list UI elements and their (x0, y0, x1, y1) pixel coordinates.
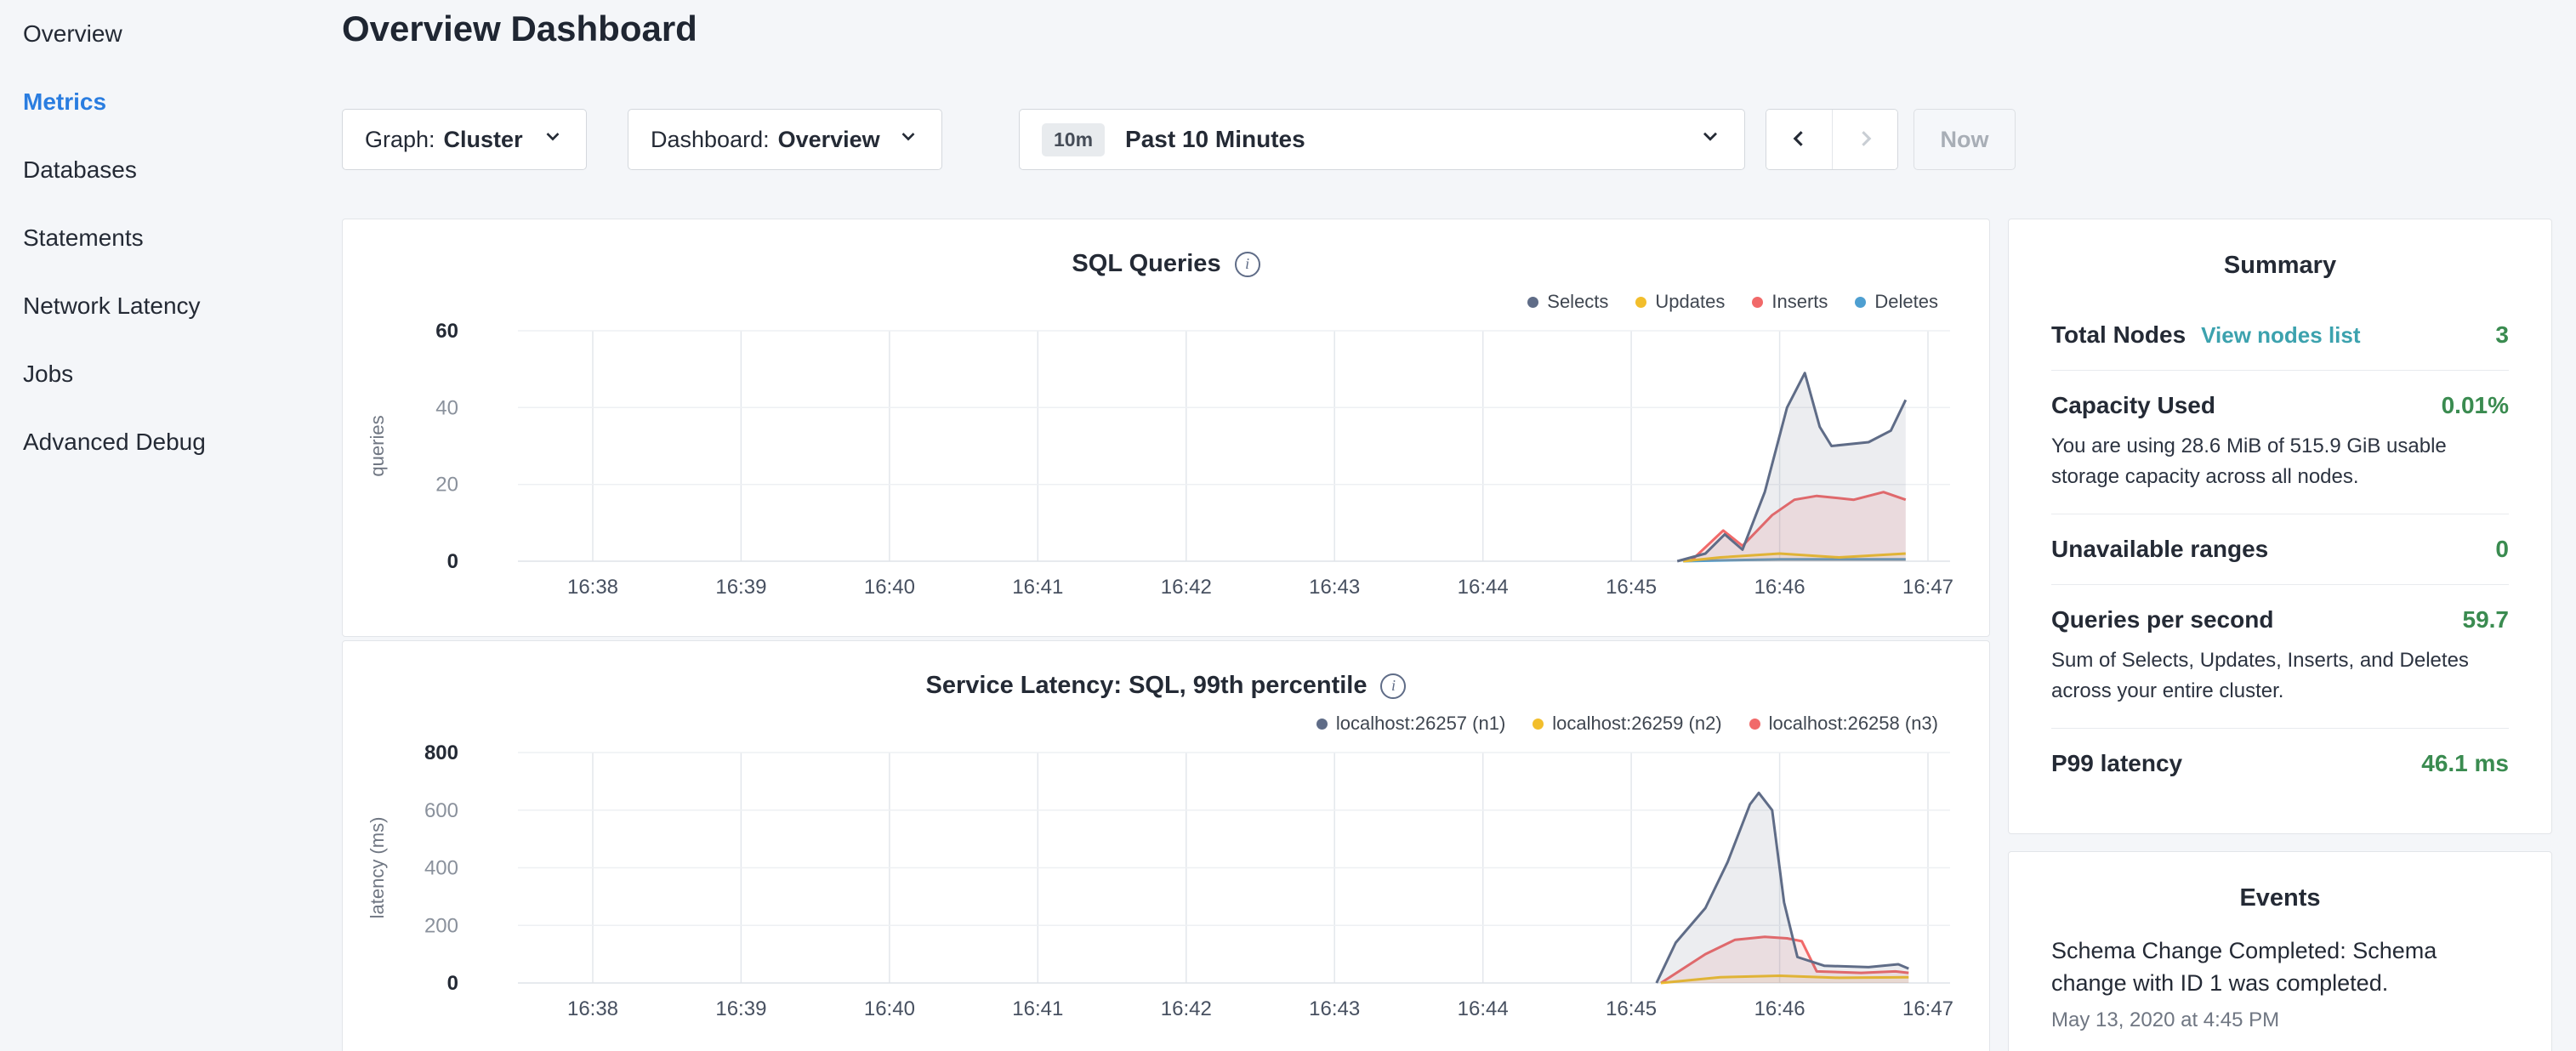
summary-row-value: 3 (2495, 321, 2509, 349)
dashboard-dropdown-label: Dashboard: (651, 127, 770, 153)
summary-row-title: P99 latency (2051, 750, 2182, 777)
info-icon[interactable]: i (1380, 673, 1406, 699)
dashboard-dropdown-value: Overview (778, 127, 880, 153)
summary-row-value: 59.7 (2463, 606, 2510, 633)
sidebar-item-databases[interactable]: Databases (23, 136, 340, 204)
time-forward-button[interactable] (1832, 110, 1897, 169)
view-nodes-list-link[interactable]: View nodes list (2201, 322, 2360, 349)
chart-title: Service Latency: SQL, 99th percentile (926, 672, 1368, 700)
chevron-down-icon (897, 126, 919, 154)
sidebar-item-overview[interactable]: Overview (23, 0, 340, 68)
svg-text:16:47: 16:47 (1902, 997, 1953, 1020)
dashboard-dropdown[interactable]: Dashboard: Overview (628, 109, 942, 170)
summary-row-title: Queries per second (2051, 606, 2273, 633)
svg-text:16:45: 16:45 (1606, 997, 1657, 1020)
svg-text:20: 20 (435, 474, 458, 497)
svg-text:16:41: 16:41 (1012, 576, 1063, 599)
events-panel: Events Schema Change Completed: Schema c… (2008, 851, 2552, 1051)
sidebar-nav: OverviewMetricsDatabasesStatementsNetwor… (0, 0, 340, 1051)
sidebar-item-statements[interactable]: Statements (23, 204, 340, 272)
svg-text:16:44: 16:44 (1458, 576, 1509, 599)
service-latency-chart[interactable]: 16:38 16:39 16:40 16:41 16:42 16:43 16:44 16:45… (343, 726, 1991, 1032)
summary-row: Queries per second 59.7 Sum of Selects, Up… (2051, 585, 2509, 729)
svg-text:16:44: 16:44 (1458, 997, 1509, 1020)
time-back-button[interactable] (1766, 110, 1832, 169)
sidebar-item-advanced-debug[interactable]: Advanced Debug (23, 408, 340, 476)
summary-heading: Summary (2051, 219, 2509, 280)
summary-row: Unavailable ranges 0 (2051, 514, 2509, 585)
svg-text:16:38: 16:38 (567, 997, 618, 1020)
svg-text:800: 800 (424, 741, 458, 764)
svg-text:16:46: 16:46 (1754, 576, 1805, 599)
svg-text:60: 60 (435, 320, 458, 343)
svg-text:16:40: 16:40 (864, 576, 915, 599)
graph-dropdown[interactable]: Graph: Cluster (342, 109, 587, 170)
svg-text:16:42: 16:42 (1161, 576, 1212, 599)
sidebar-item-network-latency[interactable]: Network Latency (23, 272, 340, 340)
svg-text:16:45: 16:45 (1606, 576, 1657, 599)
svg-text:0: 0 (447, 972, 458, 995)
svg-text:16:38: 16:38 (567, 576, 618, 599)
summary-row: Capacity Used 0.01% You are using 28.6 MiB… (2051, 371, 2509, 514)
svg-text:200: 200 (424, 914, 458, 937)
graph-dropdown-value: Cluster (444, 127, 523, 153)
info-icon[interactable]: i (1235, 252, 1260, 277)
chevron-down-icon (542, 126, 564, 154)
summary-panel: Summary Total Nodes View nodes list 3 Capac… (2008, 219, 2552, 834)
chart-title: SQL Queries (1072, 250, 1220, 278)
svg-text:600: 600 (424, 799, 458, 822)
time-window-badge: 10m (1042, 123, 1105, 156)
summary-row-description: Sum of Selects, Updates, Inserts, and De… (2051, 645, 2509, 707)
svg-text:16:47: 16:47 (1902, 576, 1953, 599)
summary-row-value: 46.1 ms (2421, 750, 2509, 777)
svg-text:16:39: 16:39 (715, 997, 766, 1020)
svg-text:0: 0 (447, 550, 458, 573)
summary-rows: Total Nodes View nodes list 3 Capacity Used… (2051, 300, 2509, 798)
service-latency-panel: Service Latency: SQL, 99th percentile i … (342, 640, 1990, 1051)
summary-row-description: You are using 28.6 MiB of 515.9 GiB usab… (2051, 431, 2509, 492)
sidebar-item-metrics[interactable]: Metrics (23, 68, 340, 136)
now-button[interactable]: Now (1914, 109, 2016, 170)
svg-text:latency (ms): latency (ms) (367, 817, 388, 919)
summary-row-title: Total Nodes (2051, 321, 2186, 349)
sql-queries-panel: SQL Queries i SelectsUpdatesInsertsDelet… (342, 219, 1990, 637)
svg-text:16:41: 16:41 (1012, 997, 1063, 1020)
svg-text:16:43: 16:43 (1309, 576, 1360, 599)
time-window-select[interactable]: 10m Past 10 Minutes (1019, 109, 1745, 170)
svg-text:queries: queries (367, 415, 388, 476)
time-window-label: Past 10 Minutes (1125, 126, 1305, 153)
summary-row-title: Unavailable ranges (2051, 536, 2268, 563)
time-pager (1766, 109, 1898, 170)
chevron-down-icon (1698, 125, 1722, 155)
summary-row-title: Capacity Used (2051, 392, 2215, 419)
svg-text:16:40: 16:40 (864, 997, 915, 1020)
sql-queries-chart[interactable]: 16:38 16:39 16:40 16:41 16:42 16:43 16:44 16:45… (343, 304, 1991, 611)
svg-text:40: 40 (435, 396, 458, 419)
summary-row-value: 0 (2495, 536, 2509, 563)
sidebar-item-jobs[interactable]: Jobs (23, 340, 340, 408)
svg-text:400: 400 (424, 857, 458, 880)
svg-text:16:42: 16:42 (1161, 997, 1212, 1020)
summary-row: P99 latency 46.1 ms (2051, 729, 2509, 798)
svg-text:16:46: 16:46 (1754, 997, 1805, 1020)
graph-dropdown-label: Graph: (365, 127, 435, 153)
svg-text:16:39: 16:39 (715, 576, 766, 599)
page-title: Overview Dashboard (342, 9, 697, 49)
summary-row: Total Nodes View nodes list 3 (2051, 300, 2509, 371)
chevron-left-icon (1788, 128, 1811, 152)
event-timestamp: May 13, 2020 at 4:45 PM (2051, 1008, 2509, 1032)
svg-text:16:43: 16:43 (1309, 997, 1360, 1020)
summary-row-value: 0.01% (2442, 392, 2509, 419)
chevron-right-icon (1854, 128, 1876, 152)
events-heading: Events (2051, 852, 2509, 912)
event-text[interactable]: Schema Change Completed: Schema change w… (2051, 935, 2509, 1000)
